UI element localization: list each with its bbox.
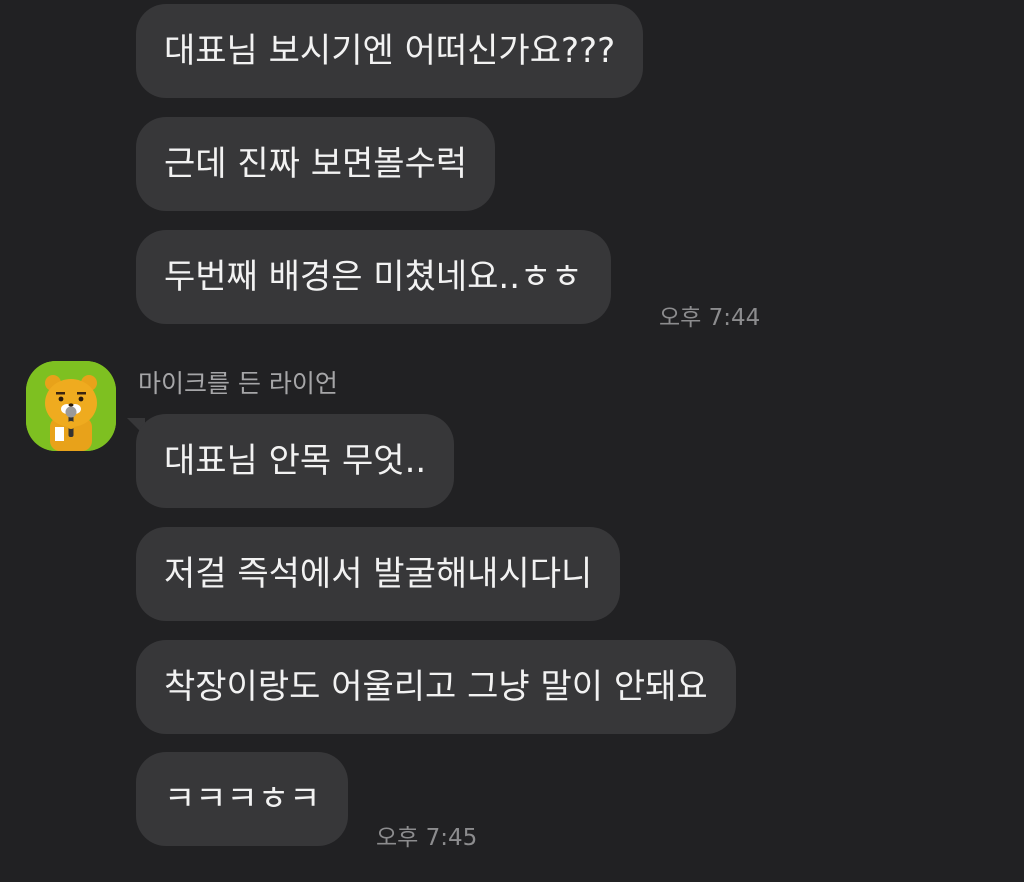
message-text: 대표님 보시기엔 어떠신가요??? — [164, 31, 616, 71]
avatar[interactable] — [26, 361, 116, 451]
message-text: 근데 진짜 보면볼수럭 — [164, 144, 468, 184]
message-bubble[interactable]: ㅋㅋㅋㅎㅋ — [136, 752, 349, 846]
message-text: 착장이랑도 어울리고 그냥 말이 안돼요 — [164, 667, 708, 707]
message-bubble[interactable]: 두번째 배경은 미쳤네요..ㅎㅎ — [136, 230, 611, 324]
message-bubble[interactable]: 착장이랑도 어울리고 그냥 말이 안돼요 — [136, 640, 736, 734]
message-bubble[interactable]: 대표님 보시기엔 어떠신가요??? — [136, 4, 644, 98]
message-timestamp: 오후 7:45 — [376, 825, 478, 851]
message-text: 저걸 즉석에서 발굴해내시다니 — [164, 554, 593, 594]
lion-with-microphone-icon — [26, 361, 116, 451]
message-bubble[interactable]: 저걸 즉석에서 발굴해내시다니 — [136, 527, 621, 621]
sender-name: 마이크를 든 라이언 — [138, 369, 338, 398]
message-bubble[interactable]: 대표님 안목 무엇.. — [136, 414, 455, 508]
message-text: 두번째 배경은 미쳤네요..ㅎㅎ — [164, 257, 583, 297]
message-timestamp: 오후 7:44 — [659, 305, 761, 331]
message-text: 대표님 안목 무엇.. — [164, 441, 427, 481]
message-bubble[interactable]: 근데 진짜 보면볼수럭 — [136, 117, 496, 211]
message-text: ㅋㅋㅋㅎㅋ — [164, 779, 321, 819]
